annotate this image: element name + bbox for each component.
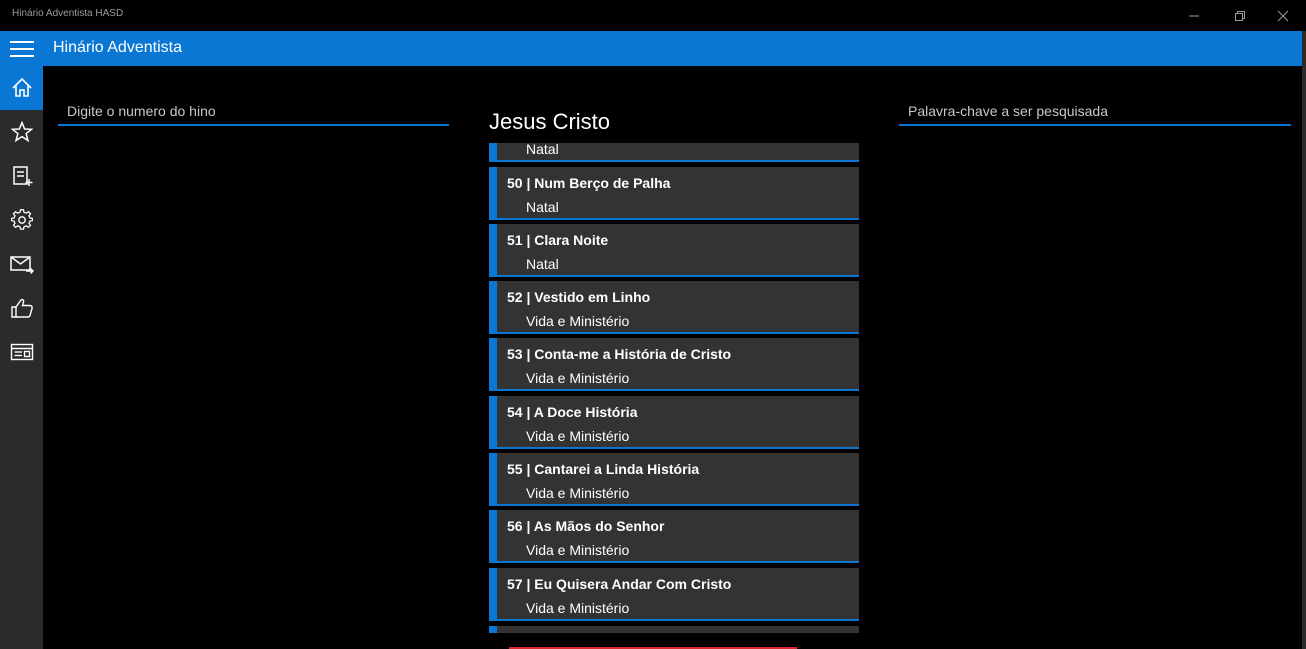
- item-category: Natal: [526, 199, 559, 215]
- item-accent: [489, 568, 497, 619]
- sidebar: [0, 66, 43, 649]
- minimize-button[interactable]: [1171, 0, 1217, 31]
- item-accent: [489, 281, 497, 332]
- restore-icon: [1235, 10, 1245, 21]
- hymn-list[interactable]: Natal 50 | Num Berço de Palha Natal 51 |…: [489, 143, 859, 633]
- item-category: Vida e Ministério: [526, 370, 630, 386]
- item-category: Vida e Ministério: [526, 313, 630, 329]
- title-bar: Hinário Adventista HASD: [0, 0, 1306, 31]
- item-title: 57 | Eu Quisera Andar Com Cristo: [507, 576, 732, 592]
- item-category: Natal: [526, 143, 559, 157]
- sidebar-item-rate[interactable]: [0, 286, 43, 330]
- gear-icon: [10, 209, 33, 230]
- keyword-input[interactable]: [899, 98, 1291, 124]
- item-accent: [489, 167, 497, 218]
- item-accent: [489, 453, 497, 504]
- star-icon: [10, 121, 33, 143]
- sidebar-item-playlist[interactable]: [0, 154, 43, 198]
- list-item[interactable]: 56 | As Mãos do Senhor Vida e Ministério: [489, 510, 859, 563]
- hamburger-icon: [9, 40, 34, 57]
- hymn-number-field: [58, 98, 449, 126]
- card-info-icon: [10, 343, 33, 361]
- app-title: Hinário Adventista: [53, 39, 182, 56]
- sidebar-item-about[interactable]: [0, 330, 43, 374]
- item-category: Vida e Ministério: [526, 485, 630, 501]
- list-item[interactable]: 52 | Vestido em Linho Vida e Ministério: [489, 281, 859, 334]
- sidebar-item-contact[interactable]: [0, 242, 43, 286]
- window-title: Hinário Adventista HASD: [12, 8, 124, 19]
- item-category: Natal: [526, 256, 559, 272]
- list-item[interactable]: [489, 626, 859, 633]
- close-button[interactable]: [1260, 0, 1306, 31]
- sidebar-item-home[interactable]: [0, 66, 43, 110]
- item-category: Vida e Ministério: [526, 600, 630, 616]
- home-icon: [11, 77, 32, 97]
- list-item[interactable]: Natal: [489, 143, 859, 162]
- list-item[interactable]: 57 | Eu Quisera Andar Com Cristo Vida e …: [489, 568, 859, 621]
- item-title: 50 | Num Berço de Palha: [507, 175, 671, 191]
- app-header: Hinário Adventista: [0, 31, 1302, 66]
- keyword-field: [899, 98, 1291, 126]
- minimize-icon: [1189, 15, 1199, 16]
- item-title: 53 | Conta-me a História de Cristo: [507, 346, 732, 362]
- list-item[interactable]: 51 | Clara Noite Natal: [489, 224, 859, 277]
- item-accent: [489, 143, 497, 160]
- section-title: Jesus Cristo: [489, 109, 611, 134]
- item-accent: [489, 396, 497, 447]
- menu-button[interactable]: [0, 31, 43, 66]
- item-title: 54 | A Doce História: [507, 404, 638, 420]
- item-accent: [489, 626, 497, 633]
- item-title: 51 | Clara Noite: [507, 232, 609, 248]
- item-category: Vida e Ministério: [526, 542, 630, 558]
- item-accent: [489, 338, 497, 389]
- sidebar-item-favorites[interactable]: [0, 110, 43, 154]
- thumbs-up-icon: [10, 298, 33, 318]
- playlist-add-icon: [12, 166, 32, 186]
- mail-forward-icon: [9, 256, 34, 275]
- item-title: 55 | Cantarei a Linda História: [507, 461, 700, 477]
- list-item[interactable]: 50 | Num Berço de Palha Natal: [489, 167, 859, 220]
- item-title: 56 | As Mãos do Senhor: [507, 518, 665, 534]
- list-item[interactable]: 54 | A Doce História Vida e Ministério: [489, 396, 859, 449]
- item-accent: [489, 510, 497, 561]
- item-title: 52 | Vestido em Linho: [507, 289, 651, 305]
- close-icon: [1277, 10, 1289, 21]
- scrollbar-track[interactable]: [1302, 31, 1306, 649]
- sidebar-item-settings[interactable]: [0, 198, 43, 242]
- restore-button[interactable]: [1217, 0, 1263, 31]
- item-category: Vida e Ministério: [526, 428, 630, 444]
- list-item[interactable]: 55 | Cantarei a Linda História Vida e Mi…: [489, 453, 859, 506]
- list-item[interactable]: 53 | Conta-me a História de Cristo Vida …: [489, 338, 859, 391]
- hymn-number-input[interactable]: [58, 98, 449, 124]
- item-accent: [489, 224, 497, 275]
